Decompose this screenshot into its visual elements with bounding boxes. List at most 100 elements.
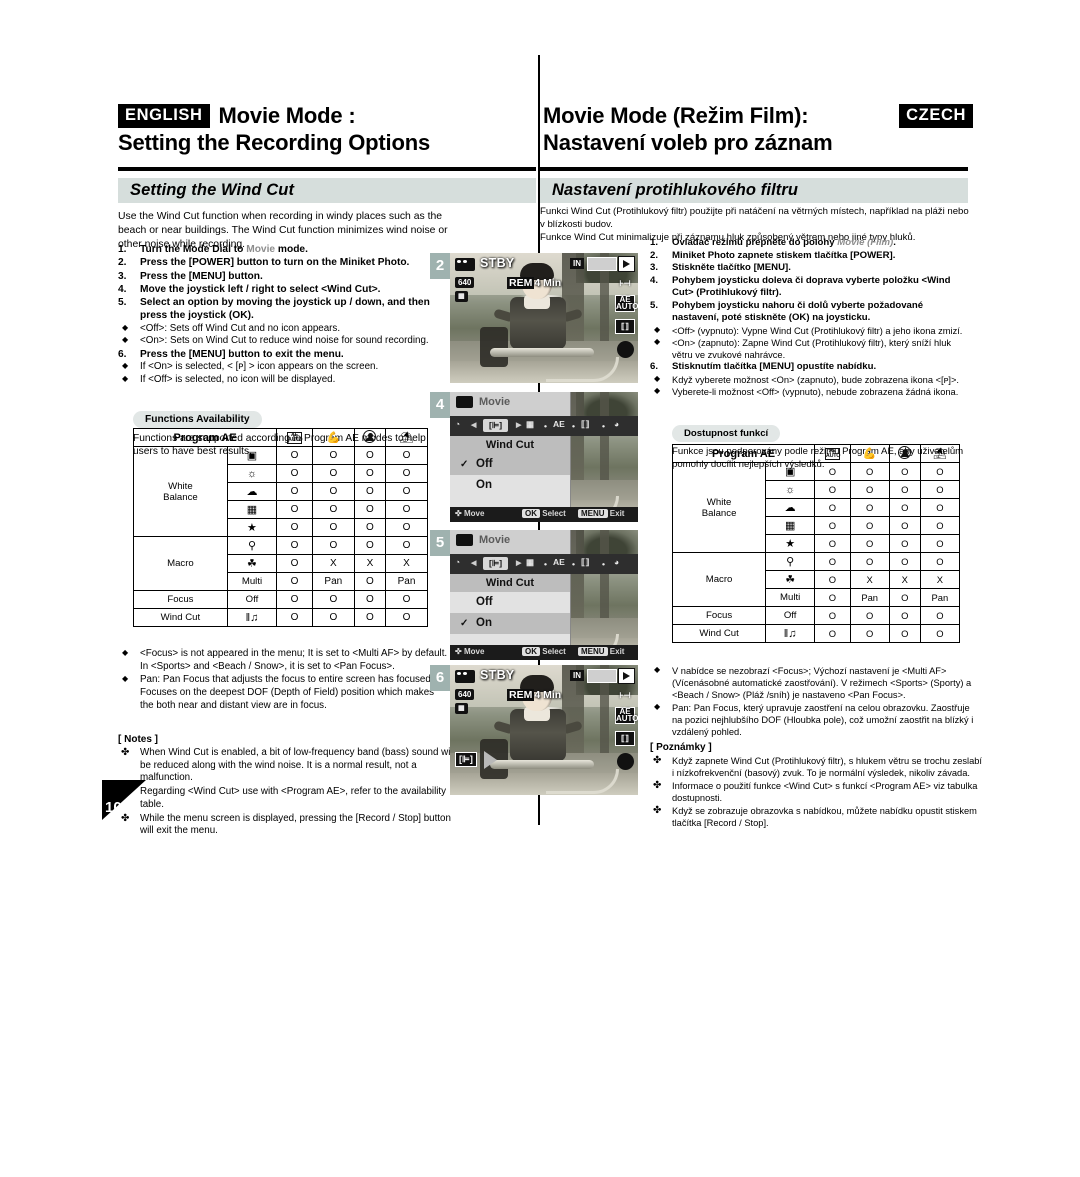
menu-footer: ✜ Move OK Select MENU Exit xyxy=(450,507,638,522)
cell-value: O xyxy=(849,498,890,517)
row-group-label-white-balance: White Balance xyxy=(671,462,767,553)
cell-value: O xyxy=(919,480,961,499)
step-marker-2: 2 xyxy=(430,253,450,279)
step-tail: mode. xyxy=(275,244,308,255)
menu-submenu-title: Wind Cut xyxy=(450,574,571,592)
white-balance-menu-icon[interactable]: ◕ xyxy=(614,419,619,429)
resolution-badge: 640 xyxy=(455,277,475,288)
step-item: 4. Move the joystick left / right to sel… xyxy=(118,283,438,296)
table-header-row: Program AE AE AUTO 💪 ⛱ xyxy=(671,444,961,463)
table-row: Macro ⚲ O O O O xyxy=(671,552,961,607)
focus-off-label: Off xyxy=(765,606,816,625)
wind-cut-menu-icon[interactable]: [⊫] xyxy=(483,419,509,432)
cell-value: O xyxy=(888,552,921,571)
ae-menu-icon[interactable]: AE xyxy=(553,419,565,429)
intro-czech-line1: Funkci Wind Cut (Protihlukový filtr) pou… xyxy=(540,206,969,230)
step-number: 5. xyxy=(118,297,127,308)
menu-option-on[interactable]: ✓ On xyxy=(450,613,570,634)
fluorescent-icon: ▦ xyxy=(226,500,278,519)
step-text: Ovladač režimů přepněte do polohy xyxy=(672,237,838,248)
menu-title: Movie xyxy=(479,396,511,408)
wind-cut-status-icon: [⊫] xyxy=(455,752,477,767)
header-english: ENGLISH Movie Mode : Setting the Recordin… xyxy=(118,103,538,155)
self-timer-icon[interactable]: ◔ xyxy=(455,557,460,567)
menu-option-on[interactable]: On xyxy=(450,475,570,496)
step-emphasis: Movie (Film) xyxy=(837,237,894,248)
cell-value: O xyxy=(814,498,851,517)
bullet-item: ◆ Pan: Pan Focus, který upravuje zaostře… xyxy=(650,702,980,738)
cell-value: O xyxy=(276,590,313,609)
cell-value: O xyxy=(276,536,313,555)
availability-table-czech: Program AE AE AUTO 💪 ⛱ White Balance ▣ O O… xyxy=(671,444,961,643)
quality-menu-icon[interactable]: ▦ xyxy=(526,419,534,430)
section-banner-english: Setting the Wind Cut xyxy=(118,178,536,203)
program-ae-header: Program AE xyxy=(132,428,278,447)
substep-text: <On>: Sets on Wind Cut to reduce wind no… xyxy=(140,335,429,347)
quality-menu-icon[interactable]: ▦ xyxy=(526,557,534,568)
wind-cut-icon: ‖♫ xyxy=(765,624,816,643)
spotlight-icon xyxy=(888,444,921,463)
note-text: While the menu screen is displayed, pres… xyxy=(140,812,451,837)
step-emphasis: Movie xyxy=(246,244,276,255)
footer-move: ✜ Move xyxy=(455,509,485,518)
diamond-bullet-icon: ◆ xyxy=(122,361,129,371)
footer-select-label: Select xyxy=(542,647,566,656)
chevron-right-icon[interactable]: ▶ xyxy=(516,559,521,567)
dot-separator-icon: • xyxy=(572,421,575,431)
manual-page: ENGLISH Movie Mode : Setting the Recordin… xyxy=(0,0,1080,1177)
ae-auto-icon: AE AUTO xyxy=(276,428,313,447)
substep-text: If <On> is selected, < [ᴩ] > icon appear… xyxy=(140,361,379,373)
step-text: Press the [MENU] button to exit the menu… xyxy=(140,348,344,360)
focus-menu-icon[interactable]: ⟦⟧ xyxy=(581,419,589,430)
self-timer-icon[interactable]: ◔ xyxy=(455,419,460,429)
chevron-left-icon[interactable]: ◀ xyxy=(471,559,476,567)
cell-value: X xyxy=(919,570,961,589)
row-group-label-macro: Macro xyxy=(133,536,228,591)
focus-menu-icon[interactable]: ⟦⟧ xyxy=(581,557,589,568)
menu-title-bar: Movie xyxy=(450,392,571,416)
cell-value: Pan xyxy=(849,588,890,607)
step-marker-4: 4 xyxy=(430,392,450,418)
cell-value: O xyxy=(276,608,313,627)
menu-option-off[interactable]: Off xyxy=(450,592,570,613)
resolution-badge: 640 xyxy=(455,689,475,700)
cell-value: Pan xyxy=(311,572,355,591)
ae-menu-icon[interactable]: AE xyxy=(553,557,565,567)
cell-value: O xyxy=(385,500,428,519)
substep-item: ◆ Vyberete-li možnost <Off> (vypnuto), n… xyxy=(650,386,972,398)
clover-bullet-icon: ✤ xyxy=(653,780,662,792)
cell-value: O xyxy=(919,534,961,553)
menu-option-off[interactable]: ✓ Off xyxy=(450,454,570,475)
step-text: Turn the Mode Dial to xyxy=(140,244,247,255)
ev-icon: ⊦⊣ xyxy=(619,279,631,288)
diamond-bullet-icon: ◆ xyxy=(654,324,661,334)
wind-cut-menu-icon[interactable]: [⊫] xyxy=(483,557,509,570)
photo-tree xyxy=(600,392,609,480)
step-number: 4. xyxy=(650,274,659,286)
play-icon[interactable] xyxy=(618,256,635,272)
focus-off-label: Off xyxy=(226,590,278,609)
diamond-bullet-icon: ◆ xyxy=(654,374,661,384)
movie-mode-icon xyxy=(456,534,473,546)
dot-separator-icon: • xyxy=(602,421,605,431)
cell-value: O xyxy=(276,500,313,519)
bullet-text: <Focus> is not appeared in the menu; It … xyxy=(140,648,448,672)
play-icon[interactable] xyxy=(618,668,635,684)
quality-icon: ▦ xyxy=(455,703,468,714)
cell-value: O xyxy=(919,552,961,571)
step-text: Move the joystick left / right to select… xyxy=(140,283,381,295)
footer-move-label: Move xyxy=(463,509,485,518)
chevron-left-icon[interactable]: ◀ xyxy=(471,421,476,429)
rem-badge: REM xyxy=(507,689,535,701)
menu-title-bar: Movie xyxy=(450,530,571,554)
cell-value: O xyxy=(919,516,961,535)
step-text: Select an option by moving the joystick … xyxy=(140,297,430,322)
header-rule-english xyxy=(118,167,536,171)
beach-snow-icon: ⛱ xyxy=(919,444,961,463)
chevron-right-icon[interactable]: ▶ xyxy=(516,421,521,429)
cell-value: O xyxy=(919,462,961,481)
tungsten-icon: ★ xyxy=(226,518,278,537)
language-tag-english: ENGLISH xyxy=(118,103,210,128)
white-balance-menu-icon[interactable]: ◕ xyxy=(614,557,619,567)
cell-value: O xyxy=(353,482,387,501)
